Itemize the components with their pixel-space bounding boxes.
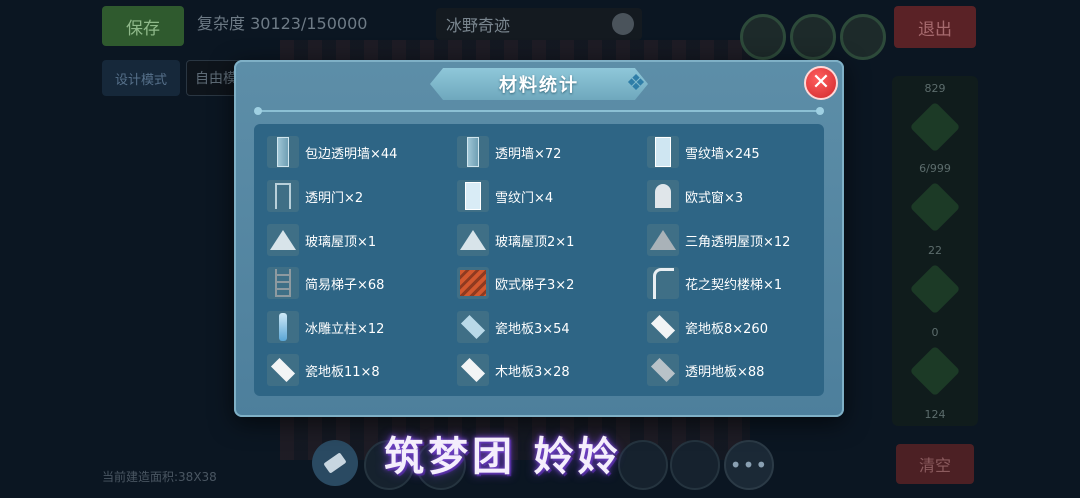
- palette-slot[interactable]: [909, 101, 961, 153]
- watermark-text: 筑梦团 姈姈: [384, 433, 622, 480]
- wood-floor-icon: [457, 354, 489, 386]
- material-label: 雪纹墙×245: [685, 146, 760, 162]
- glass-roof-2-icon: [457, 224, 489, 256]
- material-label: 三角透明屋顶×12: [685, 234, 791, 250]
- material-item: 包边透明墙×44: [267, 135, 397, 169]
- material-item: 花之契约楼梯×1: [647, 266, 782, 300]
- material-label: 欧式梯子3×2: [495, 277, 575, 293]
- material-label: 冰雕立柱×12: [305, 321, 385, 337]
- close-icon: ✕: [811, 70, 831, 95]
- complexity-counter: 复杂度 30123/150000: [197, 14, 368, 33]
- materials-list: 包边透明墙×44 透明墙×72 雪纹墙×245 透明门×2 雪纹门×4 欧式窗×…: [254, 124, 824, 396]
- material-label: 花之契约楼梯×1: [685, 277, 783, 293]
- material-label: 透明地板×88: [685, 364, 765, 380]
- material-label: 木地板3×28: [495, 364, 570, 380]
- material-item: 雪纹门×4: [457, 179, 553, 213]
- material-label: 透明墙×72: [495, 146, 562, 162]
- more-button[interactable]: •••: [724, 440, 774, 490]
- clear-button[interactable]: 清空: [896, 444, 974, 484]
- ice-pillar-icon: [267, 311, 299, 343]
- map-name-text: 冰野奇迹: [446, 16, 511, 35]
- dialog-title: 材料统计: [499, 75, 579, 96]
- palette-slot[interactable]: [909, 345, 961, 397]
- material-label: 包边透明墙×44: [305, 146, 398, 162]
- eraser-icon: [323, 452, 347, 474]
- palette-count: 22: [928, 244, 942, 257]
- material-item: 瓷地板8×260: [647, 310, 768, 344]
- material-label: 简易梯子×68: [305, 277, 385, 293]
- design-mode-button[interactable]: 设计模式: [102, 60, 180, 96]
- eraser-button[interactable]: [312, 440, 358, 486]
- simple-ladder-icon: [267, 267, 299, 299]
- material-label: 玻璃屋顶×1: [305, 234, 377, 250]
- material-item: 瓷地板3×54: [457, 310, 570, 344]
- material-label: 瓷地板3×54: [495, 321, 570, 337]
- material-item: 瓷地板11×8: [267, 353, 380, 387]
- glass-roof-icon: [267, 224, 299, 256]
- palette-count: 124: [924, 408, 946, 421]
- heart-icon[interactable]: [740, 14, 786, 60]
- material-item: 玻璃屋顶×1: [267, 223, 376, 257]
- material-item: 透明门×2: [267, 179, 363, 213]
- tile-floor-8-icon: [647, 311, 679, 343]
- material-item: 透明墙×72: [457, 135, 561, 169]
- save-button[interactable]: 保存: [102, 6, 184, 46]
- palette-count: 0: [931, 326, 939, 339]
- edged-glass-wall-icon: [267, 136, 299, 168]
- map-name-field[interactable]: 冰野奇迹: [436, 8, 642, 40]
- material-item: 简易梯子×68: [267, 266, 384, 300]
- material-item: 三角透明屋顶×12: [647, 223, 790, 257]
- palette-slot[interactable]: [909, 263, 961, 315]
- european-window-icon: [647, 180, 679, 212]
- palette-slot[interactable]: [909, 181, 961, 233]
- palette-count: 6/999: [919, 162, 951, 175]
- glass-door-icon: [267, 180, 299, 212]
- glass-floor-icon: [647, 354, 679, 386]
- material-item: 冰雕立柱×12: [267, 310, 384, 344]
- european-ladder-icon: [457, 267, 489, 299]
- tool-slot[interactable]: [618, 440, 668, 490]
- material-item: 雪纹墙×245: [647, 135, 760, 169]
- material-item: 欧式窗×3: [647, 179, 743, 213]
- water-drop-icon[interactable]: [840, 14, 886, 60]
- build-area-text: 当前建造面积:38X38: [102, 470, 217, 484]
- exit-button[interactable]: 退出: [894, 6, 976, 48]
- divider: [254, 107, 824, 115]
- glass-wall-icon: [457, 136, 489, 168]
- flower-staircase-icon: [647, 267, 679, 299]
- material-label: 瓷地板8×260: [685, 321, 768, 337]
- title-banner: 材料统计: [430, 68, 648, 100]
- tool-slot[interactable]: [670, 440, 720, 490]
- material-label: 雪纹门×4: [495, 190, 554, 206]
- gear-icon[interactable]: [612, 13, 634, 35]
- swap-icon[interactable]: [790, 14, 836, 60]
- tile-floor-11-icon: [267, 354, 299, 386]
- material-label: 瓷地板11×8: [305, 364, 380, 380]
- material-label: 玻璃屋顶2×1: [495, 234, 575, 250]
- material-item: 欧式梯子3×2: [457, 266, 574, 300]
- ornament-icon: ❖: [626, 71, 646, 96]
- material-item: 透明地板×88: [647, 353, 764, 387]
- material-item: 木地板3×28: [457, 353, 570, 387]
- block-palette: 829 6/999 22 0 124: [892, 76, 978, 426]
- snow-pattern-wall-icon: [647, 136, 679, 168]
- material-label: 透明门×2: [305, 190, 364, 206]
- material-item: 玻璃屋顶2×1: [457, 223, 574, 257]
- palette-count: 829: [924, 82, 946, 95]
- tile-floor-3-icon: [457, 311, 489, 343]
- material-label: 欧式窗×3: [685, 190, 744, 206]
- snow-pattern-door-icon: [457, 180, 489, 212]
- close-button[interactable]: ✕: [804, 66, 838, 100]
- material-stats-dialog: ❖ 材料统计 ❖ ✕ 包边透明墙×44 透明墙×72 雪纹墙×245 透明门×2…: [234, 60, 844, 417]
- triangle-glass-roof-icon: [647, 224, 679, 256]
